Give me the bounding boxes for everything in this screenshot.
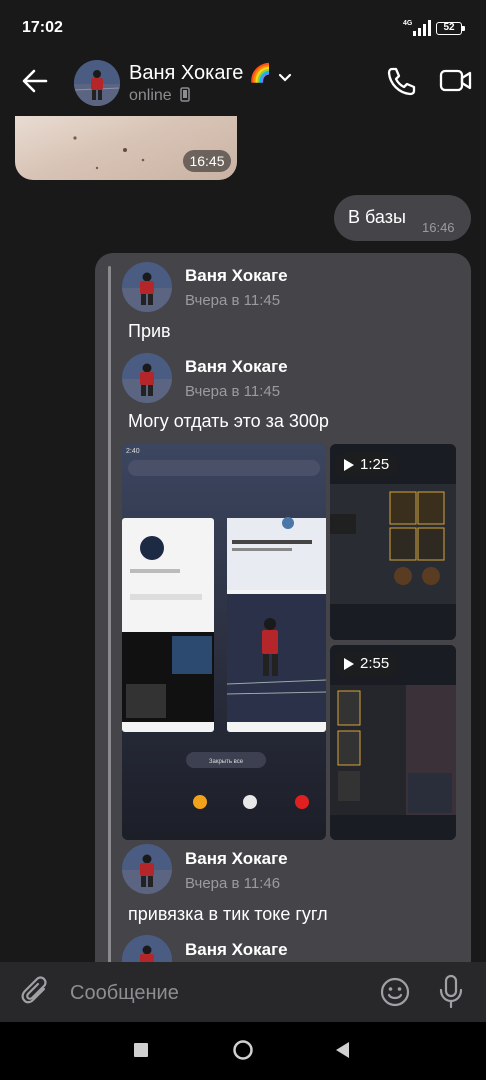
sender-name: Ваня Хокаге	[185, 940, 288, 959]
message-time: Вчера в 11:45	[185, 383, 281, 400]
battery-icon: 52	[436, 22, 462, 35]
recents-button[interactable]	[134, 1043, 148, 1057]
battery-level: 52	[443, 22, 455, 33]
online-label: online	[129, 87, 172, 104]
forward-indicator-bar	[108, 266, 111, 966]
screenshot-time: 2:40	[126, 448, 140, 455]
play-icon	[344, 459, 354, 471]
battery-tip	[462, 26, 465, 31]
online-status: online	[129, 87, 190, 105]
sender-avatar[interactable]	[122, 262, 172, 312]
status-time: 17:02	[22, 19, 63, 36]
video-duration-badge: 2:55	[334, 651, 400, 677]
outgoing-timestamp: 16:46	[422, 220, 455, 235]
video-call-icon[interactable]	[439, 66, 473, 96]
sender-name: Ваня Хокаге	[185, 357, 288, 376]
video-duration-badge: 1:25	[334, 452, 400, 478]
phone-icon[interactable]	[384, 64, 418, 98]
sender-name: Ваня Хокаге	[185, 849, 288, 868]
message-text: привязка в тик токе гугл	[128, 904, 328, 924]
back-arrow-icon[interactable]	[18, 64, 52, 98]
sender-avatar[interactable]	[122, 353, 172, 403]
mic-icon[interactable]	[438, 974, 464, 1010]
video-duration: 2:55	[360, 655, 390, 672]
play-icon	[344, 658, 354, 670]
signal-icon: 4G	[403, 18, 431, 38]
message-text: Прив	[128, 321, 171, 341]
message-time: Вчера в 11:46	[185, 875, 281, 892]
message-input[interactable]	[70, 978, 360, 1008]
rainbow-emoji: 🌈	[249, 63, 272, 83]
network-type: 4G	[403, 20, 413, 27]
video-duration: 1:25	[360, 456, 390, 473]
attach-icon[interactable]	[20, 975, 52, 1009]
chevron-down-icon[interactable]	[278, 70, 292, 82]
home-button[interactable]	[232, 1039, 254, 1061]
screenshot-image[interactable]: 2:40 Закрыть все	[122, 444, 326, 840]
message-time: Вчера в 11:45	[185, 292, 281, 309]
sender-avatar[interactable]	[122, 844, 172, 894]
outgoing-text: В базы	[348, 207, 406, 227]
nav-back-button[interactable]	[334, 1041, 350, 1059]
chat-title[interactable]: Ваня Хокаге	[129, 62, 243, 85]
contact-avatar[interactable]	[74, 60, 120, 106]
sender-name: Ваня Хокаге	[185, 266, 288, 285]
screenshot-button-label: Закрыть все	[209, 759, 244, 765]
message-text: Могу отдать это за 300р	[128, 411, 329, 431]
mobile-device-icon	[180, 87, 190, 102]
photo-timestamp: 16:45	[183, 150, 231, 172]
emoji-icon[interactable]	[379, 976, 411, 1008]
